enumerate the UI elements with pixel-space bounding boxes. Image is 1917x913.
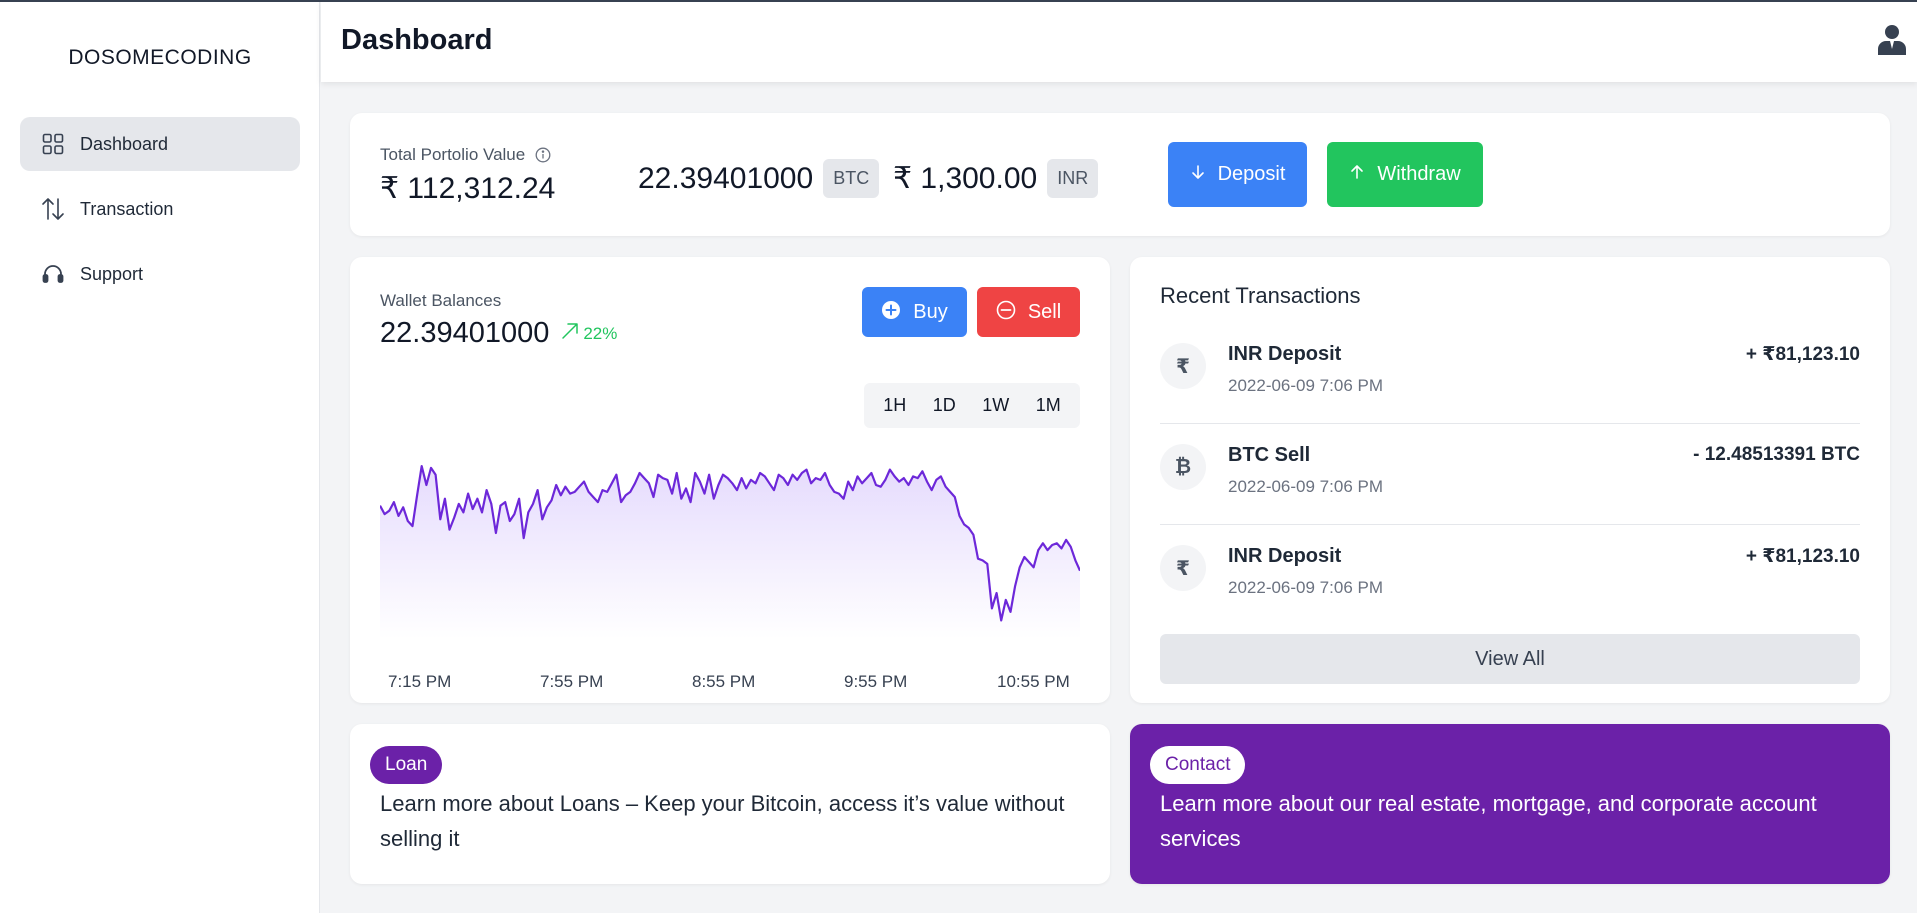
transaction-name: BTC Sell — [1228, 444, 1311, 466]
buy-label: Buy — [913, 300, 948, 323]
chart-area — [380, 466, 1080, 639]
wallet-chart: 7:15 PM 7:55 PM 8:55 PM 9:55 PM 10:55 PM — [380, 465, 1080, 691]
withdraw-label: Withdraw — [1377, 163, 1461, 185]
transaction-name: INR Deposit — [1228, 343, 1342, 365]
x-axis-ticks: 7:15 PM 7:55 PM 8:55 PM 9:55 PM 10:55 PM — [388, 672, 1070, 691]
deposit-label: Deposit — [1217, 163, 1286, 185]
portfolio-label-row: Total Portolio Value — [380, 145, 551, 165]
rupee-icon: ₹ — [1160, 545, 1206, 591]
deposit-button[interactable]: Deposit — [1168, 142, 1307, 207]
sidebar-nav: Dashboard Transaction Support — [20, 117, 300, 312]
x-tick-label: 7:15 PM — [388, 672, 451, 691]
x-tick-label: 10:55 PM — [997, 672, 1070, 691]
btc-unit-badge: BTC — [823, 159, 880, 198]
grid-icon — [40, 131, 66, 157]
minus-circle-icon — [996, 300, 1016, 325]
sidebar-item-dashboard[interactable]: Dashboard — [20, 117, 300, 171]
loan-tag: Loan — [370, 746, 443, 784]
trend-up-icon — [561, 322, 583, 345]
portfolio-label: Total Portolio Value — [380, 145, 526, 164]
timeframe-selector: 1H 1D 1W 1M — [864, 383, 1080, 428]
bitcoin-icon: ₿ — [1160, 444, 1206, 490]
rupee-icon: ₹ — [1160, 343, 1206, 389]
sidebar-item-support[interactable]: Support — [20, 247, 300, 301]
x-tick-label: 9:55 PM — [844, 672, 907, 691]
x-tick-label: 8:55 PM — [692, 672, 755, 691]
sell-label: Sell — [1027, 300, 1062, 323]
btc-balance: 22.39401000 BTC — [638, 159, 880, 198]
loan-card[interactable]: Loan Learn more about Loans – Keep your … — [350, 724, 1110, 884]
wallet-value-row: 22.39401000 22% — [380, 317, 617, 350]
contact-tag: Contact — [1150, 746, 1246, 784]
view-all-button[interactable]: View All — [1160, 634, 1860, 684]
headset-icon — [40, 261, 66, 287]
arrow-down-icon — [1190, 164, 1206, 185]
wallet-change-value: 22% — [583, 323, 618, 343]
contact-card[interactable]: Contact Learn more about our real estate… — [1130, 724, 1890, 884]
inr-balance: ₹ 1,300.00 INR — [893, 159, 1099, 198]
arrows-up-down-icon — [40, 196, 66, 222]
timeframe-1w[interactable]: 1W — [976, 391, 1015, 420]
recent-title: Recent Transactions — [1160, 283, 1361, 308]
inr-amount: ₹ 1,300.00 — [893, 162, 1038, 195]
transaction-row[interactable]: ₹ INR Deposit 2022-06-09 7:06 PM + ₹81,1… — [1160, 525, 1860, 626]
timeframe-1m[interactable]: 1M — [1030, 391, 1067, 420]
brand-logo[interactable]: DOSOMECODING — [0, 46, 320, 70]
loan-text: Learn more about Loans – Keep your Bitco… — [380, 791, 1065, 851]
btc-amount: 22.39401000 — [638, 161, 814, 195]
transaction-date: 2022-06-09 7:06 PM — [1228, 477, 1383, 496]
top-border — [0, 0, 1917, 2]
transaction-row[interactable]: ₿ BTC Sell 2022-06-09 7:06 PM - 12.48513… — [1160, 424, 1860, 525]
sidebar: DOSOMECODING Dashboard Transaction Suppo… — [0, 0, 320, 913]
transaction-amount: + ₹81,123.10 — [1745, 546, 1860, 567]
plus-circle-icon — [881, 300, 901, 325]
info-icon[interactable] — [535, 147, 551, 163]
page-title: Dashboard — [341, 24, 493, 56]
wallet-change: 22% — [561, 322, 617, 345]
timeframe-1d[interactable]: 1D — [927, 391, 962, 420]
arrow-up-icon — [1349, 164, 1365, 185]
buy-button[interactable]: Buy — [862, 287, 967, 337]
transaction-date: 2022-06-09 7:06 PM — [1228, 376, 1383, 395]
transaction-name: INR Deposit — [1228, 545, 1342, 567]
contact-text: Learn more about our real estate, mortga… — [1160, 791, 1817, 851]
portfolio-value: ₹ 112,312.24 — [380, 172, 556, 205]
transaction-row[interactable]: ₹ INR Deposit 2022-06-09 7:06 PM + ₹81,1… — [1160, 323, 1860, 424]
withdraw-button[interactable]: Withdraw — [1327, 142, 1483, 207]
wallet-label: Wallet Balances — [380, 291, 502, 310]
sidebar-item-transaction[interactable]: Transaction — [20, 182, 300, 236]
user-icon[interactable] — [1875, 22, 1909, 56]
sidebar-item-label: Dashboard — [80, 133, 169, 154]
timeframe-1h[interactable]: 1H — [877, 391, 912, 420]
wallet-value: 22.39401000 — [380, 317, 550, 349]
sidebar-item-label: Transaction — [80, 198, 174, 219]
sidebar-item-label: Support — [80, 263, 144, 284]
recent-transactions-card: Recent Transactions ₹ INR Deposit 2022-0… — [1130, 257, 1890, 703]
inr-unit-badge: INR — [1047, 159, 1099, 198]
wallet-card: Wallet Balances 22.39401000 22% Buy Sell… — [350, 257, 1110, 703]
x-tick-label: 7:55 PM — [540, 672, 603, 691]
sell-button[interactable]: Sell — [977, 287, 1080, 337]
top-header: Dashboard — [321, 2, 1917, 82]
transaction-amount: - 12.48513391 BTC — [1693, 444, 1860, 465]
transaction-amount: + ₹81,123.10 — [1745, 344, 1860, 365]
portfolio-card: Total Portolio Value ₹ 112,312.24 22.394… — [350, 113, 1890, 236]
transaction-date: 2022-06-09 7:06 PM — [1228, 578, 1383, 597]
